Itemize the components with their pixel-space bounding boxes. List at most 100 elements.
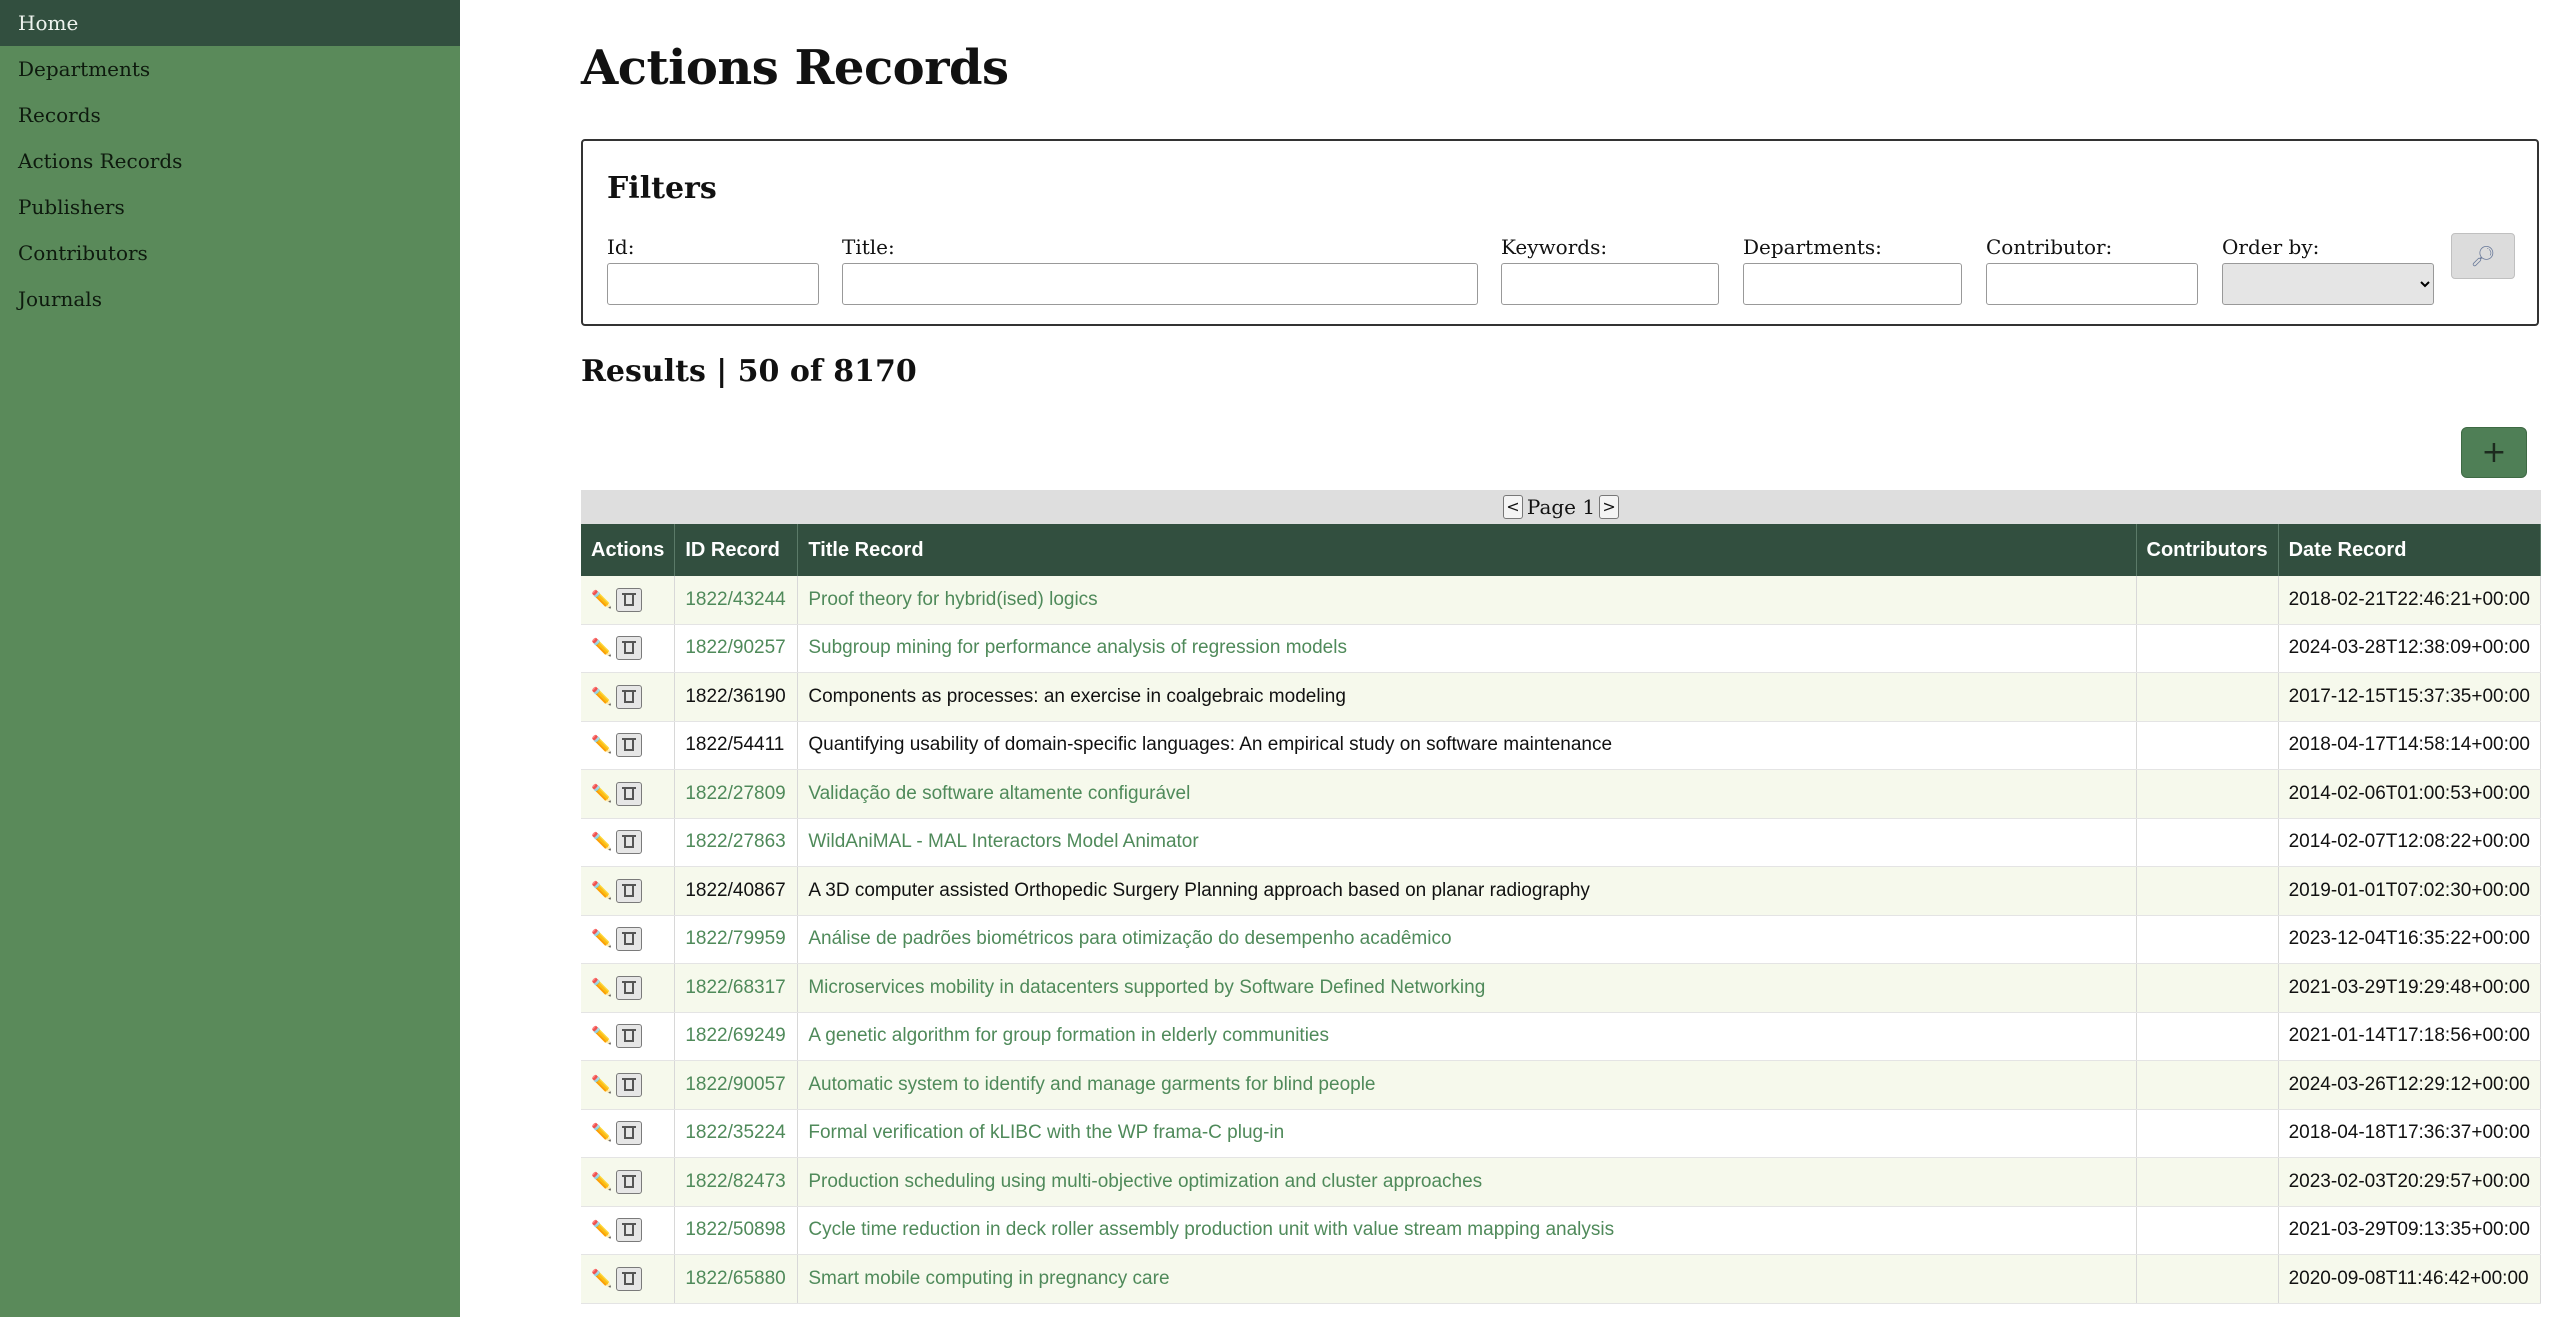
row-actions: ✏️ bbox=[581, 1206, 676, 1255]
record-date: 2023-02-03T20:29:57+00:00 bbox=[2278, 1157, 2542, 1207]
contributor-filter-label: Contributor: bbox=[1986, 235, 2113, 259]
delete-icon[interactable] bbox=[616, 636, 643, 661]
table-row: ✏️ 1822/54411 Quantifying usability of dom… bbox=[581, 721, 2542, 770]
table-body: ✏️ 1822/43244 Proof theory for hybrid(ised… bbox=[581, 576, 2542, 1304]
sidebar-item-records[interactable]: Records bbox=[0, 92, 460, 138]
edit-icon[interactable]: ✏️ bbox=[591, 832, 612, 851]
column-header-date: Date Record bbox=[2278, 524, 2542, 576]
record-id[interactable]: 1822/79959 bbox=[674, 915, 799, 964]
edit-icon[interactable]: ✏️ bbox=[591, 784, 612, 803]
add-record-button[interactable]: + bbox=[2461, 427, 2527, 478]
record-title[interactable]: Cycle time reduction in deck roller asse… bbox=[797, 1206, 2137, 1255]
keywords-input[interactable] bbox=[1501, 263, 1719, 305]
record-title: Quantifying usability of domain-specific… bbox=[797, 721, 2137, 770]
record-title[interactable]: Production scheduling using multi-object… bbox=[797, 1157, 2137, 1207]
row-actions: ✏️ bbox=[581, 576, 676, 625]
row-actions: ✏️ bbox=[581, 866, 676, 916]
sidebar-item-publishers[interactable]: Publishers bbox=[0, 184, 460, 230]
record-title[interactable]: Validação de software altamente configur… bbox=[797, 769, 2137, 819]
record-id[interactable]: 1822/27809 bbox=[674, 769, 799, 819]
table-row: ✏️ 1822/69249 A genetic algorithm for grou… bbox=[581, 1012, 2542, 1061]
sidebar-item-journals[interactable]: Journals bbox=[0, 276, 460, 322]
record-id[interactable]: 1822/69249 bbox=[674, 1012, 799, 1061]
edit-icon[interactable]: ✏️ bbox=[591, 929, 612, 948]
record-date: 2014-02-07T12:08:22+00:00 bbox=[2278, 818, 2542, 867]
edit-icon[interactable]: ✏️ bbox=[591, 978, 612, 997]
edit-icon[interactable]: ✏️ bbox=[591, 1075, 612, 1094]
keywords-filter: Keywords: bbox=[1501, 235, 1719, 305]
row-actions: ✏️ bbox=[581, 1254, 676, 1304]
contributor-input[interactable] bbox=[1986, 263, 2198, 305]
delete-icon[interactable] bbox=[616, 1266, 643, 1291]
edit-icon[interactable]: ✏️ bbox=[591, 881, 612, 900]
edit-icon[interactable]: ✏️ bbox=[591, 1269, 612, 1288]
record-title[interactable]: Microservices mobility in datacenters su… bbox=[797, 963, 2137, 1013]
record-contributors bbox=[2136, 1060, 2279, 1110]
record-contributors bbox=[2136, 818, 2279, 867]
keywords-filter-label: Keywords: bbox=[1501, 235, 1608, 259]
delete-icon[interactable] bbox=[616, 927, 643, 952]
edit-icon[interactable]: ✏️ bbox=[591, 590, 612, 609]
delete-icon[interactable] bbox=[616, 1121, 643, 1146]
record-id[interactable]: 1822/27863 bbox=[674, 818, 799, 867]
record-title[interactable]: Smart mobile computing in pregnancy care bbox=[797, 1254, 2137, 1304]
sidebar-item-departments[interactable]: Departments bbox=[0, 46, 460, 92]
record-id[interactable]: 1822/65880 bbox=[674, 1254, 799, 1304]
sidebar-item-contributors[interactable]: Contributors bbox=[0, 230, 460, 276]
record-contributors bbox=[2136, 721, 2279, 770]
record-date: 2021-03-29T09:13:35+00:00 bbox=[2278, 1206, 2542, 1255]
delete-icon[interactable] bbox=[616, 878, 643, 903]
delete-icon[interactable] bbox=[616, 587, 643, 612]
sidebar-item-actions-records[interactable]: Actions Records bbox=[0, 138, 460, 184]
record-id[interactable]: 1822/68317 bbox=[674, 963, 799, 1013]
record-title[interactable]: A genetic algorithm for group formation … bbox=[797, 1012, 2137, 1061]
record-title[interactable]: Proof theory for hybrid(ised) logics bbox=[797, 576, 2137, 625]
record-id[interactable]: 1822/35224 bbox=[674, 1109, 799, 1158]
table-row: ✏️ 1822/65880 Smart mobile computing in pr… bbox=[581, 1254, 2542, 1304]
delete-icon[interactable] bbox=[616, 781, 643, 806]
delete-icon[interactable] bbox=[616, 684, 643, 709]
record-id[interactable]: 1822/50898 bbox=[674, 1206, 799, 1255]
edit-icon[interactable]: ✏️ bbox=[591, 638, 612, 657]
record-id: 1822/40867 bbox=[674, 866, 799, 916]
record-date: 2023-12-04T16:35:22+00:00 bbox=[2278, 915, 2542, 964]
table-row: ✏️ 1822/90057 Automatic system to identify… bbox=[581, 1060, 2542, 1110]
edit-icon[interactable]: ✏️ bbox=[591, 1172, 612, 1191]
order-by-select[interactable] bbox=[2222, 263, 2434, 305]
record-title[interactable]: Análise de padrões biométricos para otim… bbox=[797, 915, 2137, 964]
delete-icon[interactable] bbox=[616, 733, 643, 758]
record-title[interactable]: WildAniMAL - MAL Interactors Model Anima… bbox=[797, 818, 2137, 867]
departments-filter-label: Departments: bbox=[1743, 235, 1882, 259]
title-input[interactable] bbox=[842, 263, 1478, 305]
search-button[interactable]: 🔎︎ bbox=[2451, 233, 2515, 279]
record-id[interactable]: 1822/82473 bbox=[674, 1157, 799, 1207]
id-input[interactable] bbox=[607, 263, 819, 305]
edit-icon[interactable]: ✏️ bbox=[591, 1220, 612, 1239]
departments-input[interactable] bbox=[1743, 263, 1962, 305]
delete-icon[interactable] bbox=[616, 1169, 643, 1194]
record-title[interactable]: Subgroup mining for performance analysis… bbox=[797, 624, 2137, 673]
filters-panel: Filters Id: Title: Keywords: Departments… bbox=[581, 139, 2539, 326]
record-title[interactable]: Automatic system to identify and manage … bbox=[797, 1060, 2137, 1110]
record-id[interactable]: 1822/43244 bbox=[674, 576, 799, 625]
table-row: ✏️ 1822/36190 Components as processes: an … bbox=[581, 672, 2542, 722]
next-page-button[interactable]: > bbox=[1599, 495, 1620, 519]
edit-icon[interactable]: ✏️ bbox=[591, 687, 612, 706]
table-row: ✏️ 1822/35224 Formal verification of kLIBC… bbox=[581, 1109, 2542, 1158]
delete-icon[interactable] bbox=[616, 1218, 643, 1243]
delete-icon[interactable] bbox=[616, 830, 643, 855]
record-id[interactable]: 1822/90057 bbox=[674, 1060, 799, 1110]
row-actions: ✏️ bbox=[581, 963, 676, 1013]
record-id[interactable]: 1822/90257 bbox=[674, 624, 799, 673]
edit-icon[interactable]: ✏️ bbox=[591, 1026, 612, 1045]
column-header-id: ID Record bbox=[674, 524, 799, 576]
record-title[interactable]: Formal verification of kLIBC with the WP… bbox=[797, 1109, 2137, 1158]
delete-icon[interactable] bbox=[616, 975, 643, 1000]
prev-page-button[interactable]: < bbox=[1502, 495, 1523, 519]
delete-icon[interactable] bbox=[616, 1072, 643, 1097]
delete-icon[interactable] bbox=[616, 1024, 643, 1049]
edit-icon[interactable]: ✏️ bbox=[591, 1123, 612, 1142]
edit-icon[interactable]: ✏️ bbox=[591, 735, 612, 754]
row-actions: ✏️ bbox=[581, 721, 676, 770]
sidebar-item-home[interactable]: Home bbox=[0, 0, 460, 46]
